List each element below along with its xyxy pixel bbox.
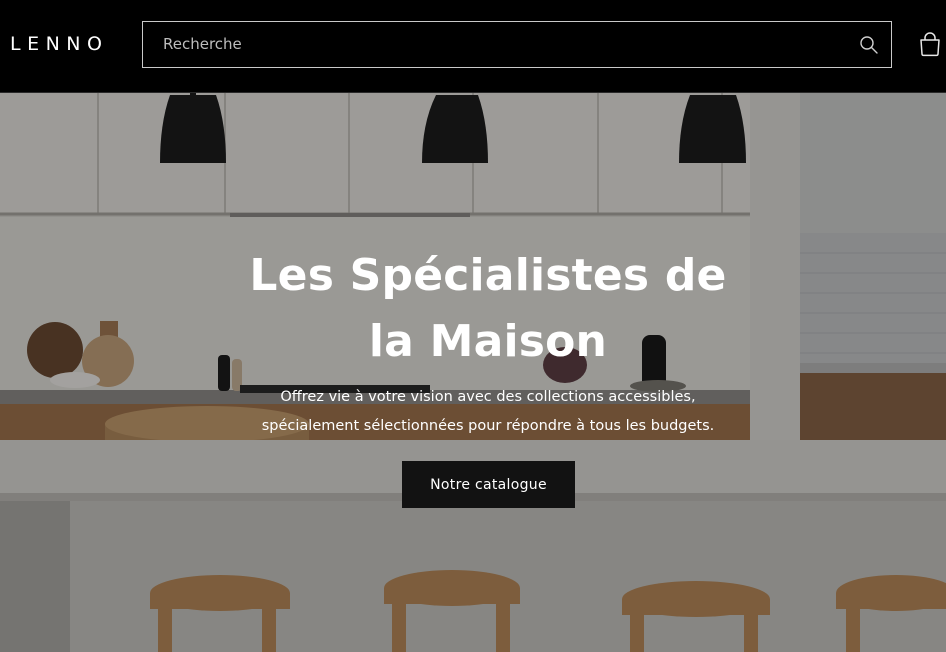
hero-description-line-2: spécialement sélectionnées pour répondre… [261,418,715,434]
site-header: LENNO Recherche [0,0,946,93]
cart-icon[interactable] [918,31,942,57]
search-input[interactable]: Recherche [142,21,892,68]
search-icon[interactable] [859,35,879,55]
hero-description: Offrez vie à votre vision avec des colle… [213,383,763,441]
search-placeholder: Recherche [163,35,242,53]
hero-banner: Les Spécialistes de la Maison Offrez vie… [0,93,946,652]
site-logo[interactable]: LENNO [10,33,108,55]
hero-title-line-1: Les Spécialistes de [249,250,727,301]
hero-title: Les Spécialistes de la Maison [173,243,803,375]
hero-description-line-1: Offrez vie à votre vision avec des colle… [280,389,696,405]
hero-title-line-2: la Maison [368,316,608,367]
catalogue-button[interactable]: Notre catalogue [402,461,575,508]
